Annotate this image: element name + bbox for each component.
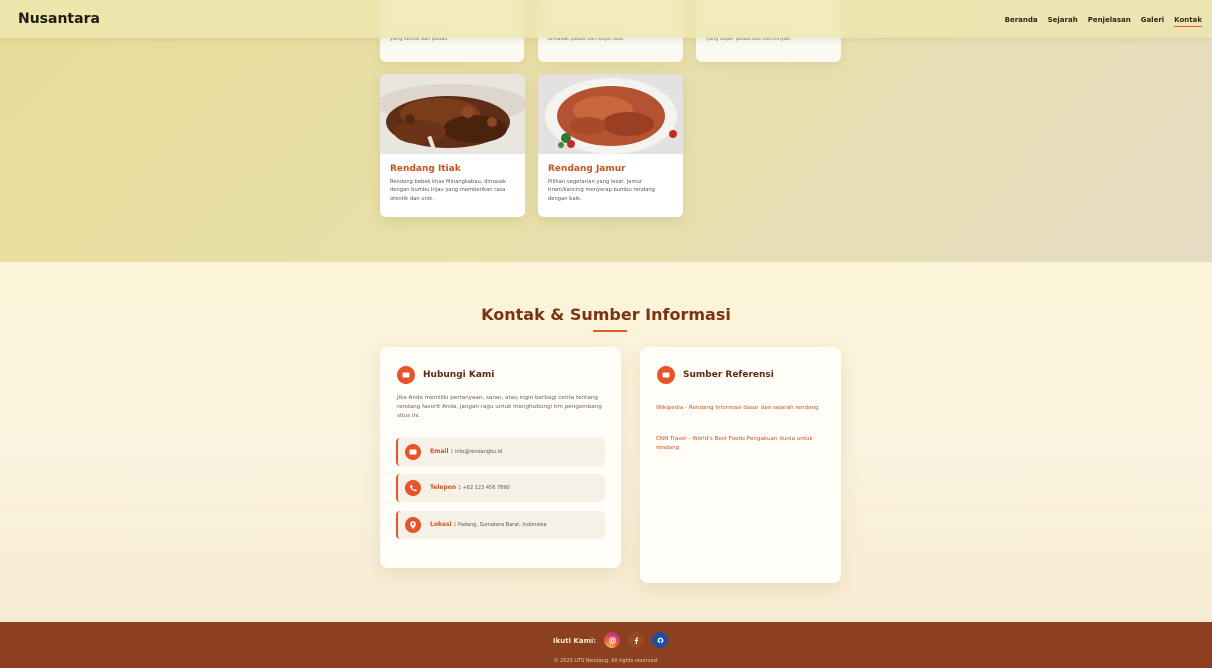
message-icon bbox=[397, 366, 415, 384]
location-label: Lokasi : Padang, Sumatera Barat, Indones… bbox=[430, 521, 547, 528]
nav-kontak[interactable]: Kontak bbox=[1174, 16, 1202, 27]
references-card-title: Sumber Referensi bbox=[683, 370, 774, 380]
navbar: Nusantara Beranda Sejarah Penjelasan Gal… bbox=[0, 0, 1212, 38]
location-value: Padang, Sumatera Barat, Indonesia bbox=[458, 522, 547, 528]
nav-galeri[interactable]: Galeri bbox=[1141, 16, 1164, 27]
section-title: Kontak & Sumber Informasi bbox=[481, 305, 731, 324]
gallery-card-rendang-jamur[interactable]: Rendang Jamur Pilihan vegetarian yang le… bbox=[538, 74, 683, 217]
email-label: Email : info@rendangku.id bbox=[430, 448, 503, 455]
phone-label: Telepon : +62 123 456 7890 bbox=[430, 484, 510, 491]
github-icon[interactable] bbox=[652, 632, 668, 648]
follow-label: Ikuti Kami: bbox=[553, 637, 597, 645]
copyright: © 2025 UTS Rendang. All rights reserved. bbox=[553, 658, 659, 664]
phone-value[interactable]: +62 123 456 7890 bbox=[463, 485, 510, 491]
gallery-card-rendang-itiak[interactable]: Rendang Itiak Rendang bebek khas Minangk… bbox=[380, 74, 525, 217]
nav-beranda[interactable]: Beranda bbox=[1005, 16, 1038, 27]
title-underline bbox=[593, 330, 627, 332]
phone-icon bbox=[405, 480, 421, 496]
card-description: Rendang bebek khas Minangkabau, dimasak … bbox=[390, 179, 506, 202]
book-icon bbox=[657, 366, 675, 384]
facebook-icon[interactable] bbox=[628, 632, 644, 648]
mail-icon bbox=[405, 444, 421, 460]
duck-rendang-image bbox=[380, 74, 525, 154]
contact-card-title: Hubungi Kami bbox=[423, 370, 495, 380]
card-title: Rendang Jamur bbox=[548, 164, 626, 174]
reference-link-wikipedia[interactable]: Wikipedia - Rendang Informasi dasar dan … bbox=[656, 404, 828, 413]
card-title: Rendang Itiak bbox=[390, 164, 461, 174]
email-value[interactable]: info@rendangku.id bbox=[455, 449, 502, 455]
nav-links: Beranda Sejarah Penjelasan Galeri Kontak bbox=[1005, 16, 1202, 27]
contact-description: Jika Anda memiliki pertanyaan, saran, at… bbox=[397, 395, 602, 420]
nav-sejarah[interactable]: Sejarah bbox=[1048, 16, 1078, 27]
card-description: Pilihan vegetarian yang lezat. Jamur tir… bbox=[548, 179, 655, 202]
phone-item[interactable]: Telepon : +62 123 456 7890 bbox=[396, 474, 605, 502]
brand-logo[interactable]: Nusantara bbox=[18, 11, 100, 27]
instagram-icon[interactable] bbox=[604, 632, 620, 648]
reference-link-cnn[interactable]: CNN Travel - World's Best Foods Pengakua… bbox=[656, 435, 828, 453]
mushroom-rendang-image bbox=[538, 74, 683, 154]
nav-penjelasan[interactable]: Penjelasan bbox=[1088, 16, 1131, 27]
location-item[interactable]: Lokasi : Padang, Sumatera Barat, Indones… bbox=[396, 511, 605, 539]
location-pin-icon bbox=[405, 517, 421, 533]
email-item[interactable]: Email : info@rendangku.id bbox=[396, 438, 605, 466]
